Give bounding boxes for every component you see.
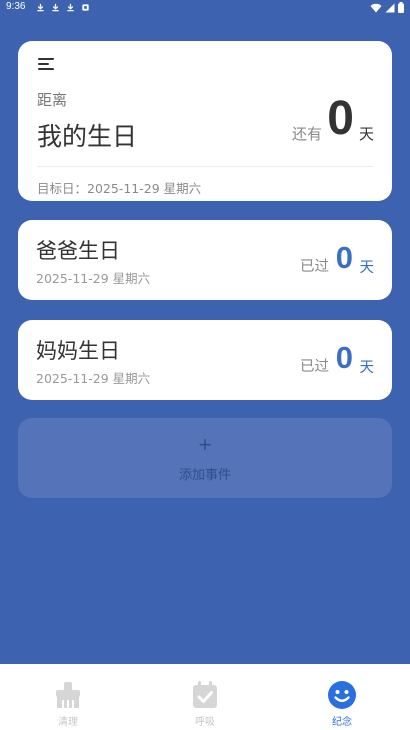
- download-icon: [67, 3, 74, 12]
- nav-item-memorial[interactable]: 纪念: [274, 664, 410, 730]
- status-time: 9:36: [6, 1, 26, 12]
- download-icon: [52, 3, 59, 12]
- countdown-label: 距离: [37, 91, 68, 109]
- nav-label: 清理: [58, 717, 78, 728]
- battery-icon: [398, 2, 404, 13]
- media-icon: [82, 4, 89, 11]
- nav-item-breathe[interactable]: 呼吸: [137, 664, 273, 730]
- add-event-button[interactable]: + 添加事件: [18, 418, 392, 498]
- status-bar: 9:36: [0, 0, 410, 16]
- nav-label: 呼吸: [195, 717, 215, 728]
- event-prefix: 已过: [300, 259, 329, 275]
- event-title: 爸爸生日: [36, 239, 120, 263]
- countdown-unit: 天: [358, 125, 374, 143]
- nav-label: 纪念: [332, 717, 352, 728]
- event-days: 0: [335, 240, 353, 275]
- divider: [37, 166, 373, 167]
- plus-icon: +: [198, 432, 212, 457]
- main-countdown-card[interactable]: 距离 我的生日 还有 0 天 目标日：2025-11-29 星期六: [18, 41, 392, 201]
- wifi-icon: [370, 3, 382, 12]
- event-card[interactable]: 爸爸生日 2025-11-29 星期六 已过 0 天: [18, 220, 392, 300]
- calendar-check-icon: [193, 681, 217, 708]
- signal-icon: [385, 3, 395, 12]
- event-prefix: 已过: [300, 359, 329, 375]
- countdown-prefix: 还有: [291, 125, 322, 143]
- nav-item-clean[interactable]: 清理: [0, 664, 136, 730]
- countdown-days: 0: [327, 92, 354, 145]
- target-date: 目标日：2025-11-29 星期六: [37, 181, 202, 196]
- event-date: 2025-11-29 星期六: [36, 271, 151, 286]
- download-icon: [37, 3, 44, 12]
- event-title: 妈妈生日: [36, 339, 120, 363]
- bottom-nav: 清理 呼吸 纪念: [0, 664, 410, 730]
- add-event-label: 添加事件: [178, 468, 231, 483]
- broom-icon: [56, 682, 80, 708]
- event-date: 2025-11-29 星期六: [36, 371, 151, 386]
- event-card[interactable]: 妈妈生日 2025-11-29 星期六 已过 0 天: [18, 320, 392, 400]
- event-days: 0: [335, 340, 353, 375]
- event-unit: 天: [359, 360, 375, 376]
- menu-icon[interactable]: [38, 57, 56, 71]
- event-unit: 天: [359, 260, 375, 276]
- smiley-icon: [328, 681, 356, 709]
- countdown-title: 我的生日: [37, 122, 138, 151]
- status-indicators: [370, 2, 404, 13]
